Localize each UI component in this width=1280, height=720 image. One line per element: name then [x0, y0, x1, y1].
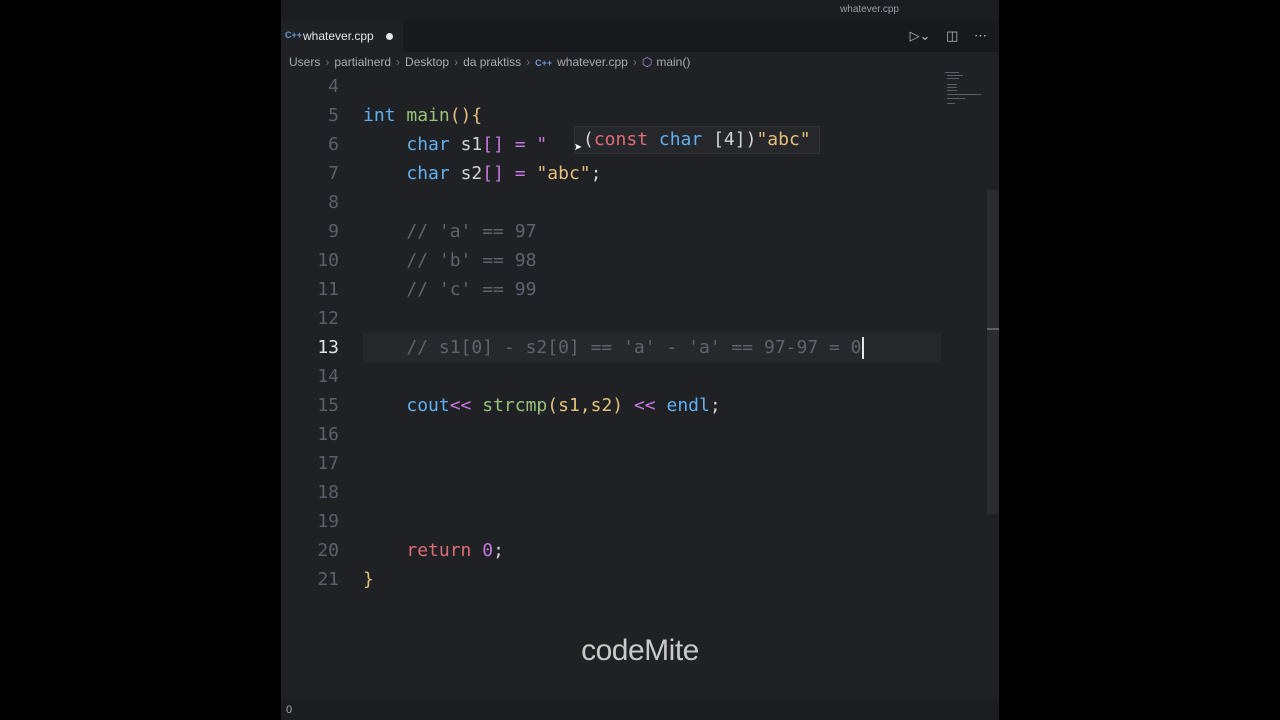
code-line: // 'c' == 99 — [363, 275, 536, 304]
line-number: 17 — [317, 453, 339, 474]
breadcrumb-item[interactable]: Users — [289, 55, 320, 69]
split-editor-icon[interactable]: ◫ — [946, 28, 958, 43]
code-line: // 'b' == 98 — [363, 246, 536, 275]
chevron-right-icon: › — [526, 55, 531, 69]
identifier: endl — [666, 395, 710, 416]
line-number: 6 — [328, 134, 339, 155]
cpp-file-icon: C++ — [535, 58, 553, 68]
cpp-file-icon: C++ — [285, 30, 303, 40]
code-line: // s1[0] - s2[0] == 'a' - 'a' == 97-97 =… — [363, 333, 864, 362]
line-number: 20 — [317, 540, 339, 561]
punctuation: (){ — [449, 105, 483, 126]
status-bar: 0 — [281, 700, 999, 720]
breadcrumb: Users › partialnerd › Desktop › da praktiss › C+… — [289, 52, 690, 72]
keyword: return — [406, 540, 472, 561]
code-line: char s2[] = "abc"; — [363, 159, 601, 188]
code-line: // 'a' == 97 — [363, 217, 536, 246]
arguments: (s1,s2) — [547, 395, 624, 416]
number-literal: 0 — [482, 540, 494, 561]
tooltip-keyword: const — [593, 129, 649, 150]
editor-actions: ▷⌄ ◫ ⋯ — [898, 28, 987, 44]
status-text: 0 — [286, 704, 293, 716]
line-number: 14 — [317, 366, 339, 387]
breadcrumb-symbol[interactable]: main() — [656, 55, 690, 69]
punctuation: } — [363, 569, 374, 590]
chevron-right-icon: › — [454, 55, 459, 69]
more-icon[interactable]: ⋯ — [974, 28, 987, 43]
line-number: 16 — [317, 424, 339, 445]
line-number: 9 — [328, 221, 339, 242]
identifier: cout — [406, 395, 450, 416]
code-line: } — [363, 565, 374, 594]
chevron-right-icon: › — [396, 55, 401, 69]
breadcrumb-item[interactable]: da praktiss — [463, 55, 521, 69]
hover-tooltip: (const char [4])"abc" — [574, 126, 820, 154]
line-number: 7 — [328, 163, 339, 184]
keyword: char — [406, 134, 450, 155]
line-number: 12 — [317, 308, 339, 329]
keyword: char — [406, 163, 450, 184]
run-icon[interactable]: ▷⌄ — [910, 28, 931, 43]
line-number: 21 — [317, 569, 339, 590]
mouse-pointer-icon: ➤ — [574, 140, 583, 156]
editor-window: whatever.cpp C++ whatever.cpp ▷⌄ ◫ ⋯ Use… — [281, 0, 999, 720]
watermark-logo: codeMite — [581, 634, 699, 667]
code-editor[interactable]: 4 5 int main(){ 6 char s1[] = " 7 char s2… — [281, 72, 999, 700]
code-line: cout<< strcmp(s1,s2) << endl; — [363, 391, 721, 420]
breadcrumb-file[interactable]: whatever.cpp — [557, 55, 628, 69]
tooltip-paren: ( — [583, 129, 594, 150]
line-number: 8 — [328, 192, 339, 213]
code-line: return 0; — [363, 536, 504, 565]
tooltip-type: char — [658, 129, 703, 150]
function-symbol-icon: ⬡ — [641, 55, 653, 69]
line-number: 11 — [317, 279, 339, 300]
comment: // 'b' == 98 — [406, 250, 537, 271]
line-number: 19 — [317, 511, 339, 532]
active-line-number: 13 — [317, 337, 339, 358]
tab-label: whatever.cpp — [303, 29, 374, 43]
breadcrumb-item[interactable]: partialnerd — [334, 55, 391, 69]
tab-bar: C++ whatever.cpp ▷⌄ ◫ ⋯ — [281, 20, 999, 52]
line-number: 4 — [328, 76, 339, 97]
window-title: whatever.cpp — [840, 4, 899, 15]
vertical-scrollbar[interactable] — [987, 190, 999, 514]
scrollbar-thumb[interactable] — [987, 328, 999, 330]
identifier: s1 — [460, 134, 483, 155]
text-cursor — [861, 337, 864, 359]
line-number: 18 — [317, 482, 339, 503]
chevron-right-icon: › — [325, 55, 330, 69]
keyword: int — [363, 105, 396, 126]
title-bar: whatever.cpp — [281, 0, 999, 20]
identifier: s2 — [460, 163, 483, 184]
string-literal: "abc" — [536, 163, 591, 184]
line-number: 10 — [317, 250, 339, 271]
function-name: strcmp — [482, 395, 548, 416]
line-number: 15 — [317, 395, 339, 416]
comment: // 'c' == 99 — [406, 279, 537, 300]
punctuation: [] = " — [482, 134, 548, 155]
tooltip-value: "abc" — [756, 129, 811, 150]
code-line: int main(){ — [363, 101, 482, 130]
punctuation: ; — [493, 540, 504, 561]
comment: // 'a' == 97 — [406, 221, 537, 242]
line-number: 5 — [328, 105, 339, 126]
tab-whatever-cpp[interactable]: C++ whatever.cpp — [281, 20, 403, 52]
function-name: main — [406, 105, 450, 126]
punctuation: ; — [590, 163, 602, 184]
code-line: char s1[] = " — [363, 130, 547, 159]
unsaved-dot-icon[interactable] — [386, 33, 393, 40]
comment: // s1[0] - s2[0] == 'a' - 'a' == 97-97 =… — [406, 337, 862, 358]
tooltip-dims: [4]) — [713, 129, 757, 150]
punctuation: ; — [709, 395, 721, 416]
chevron-right-icon: › — [632, 55, 637, 69]
punctuation: [] = — [482, 163, 537, 184]
minimap[interactable] — [943, 72, 983, 112]
operator: << — [623, 395, 667, 416]
operator: << — [449, 395, 483, 416]
breadcrumb-item[interactable]: Desktop — [405, 55, 449, 69]
